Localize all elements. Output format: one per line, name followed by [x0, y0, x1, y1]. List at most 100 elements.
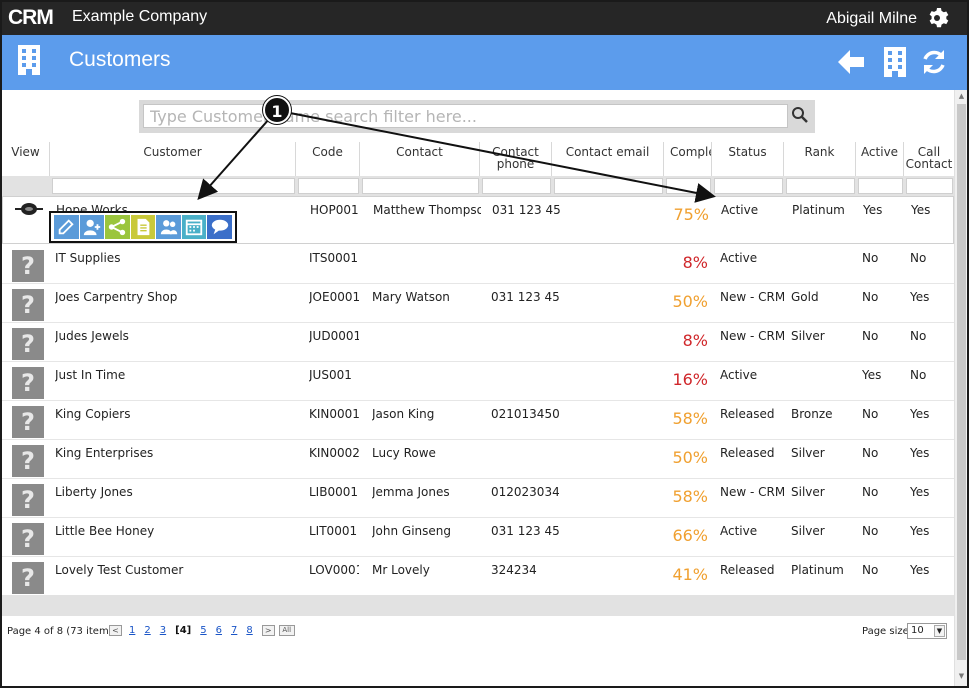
- user-name[interactable]: Abigail Milne: [826, 10, 917, 28]
- filter-code[interactable]: [298, 178, 359, 194]
- no-image-icon[interactable]: ?: [12, 484, 44, 516]
- completion-percent: 75%: [673, 205, 709, 224]
- page-size-value: 10: [911, 625, 924, 636]
- filter-status[interactable]: [714, 178, 783, 194]
- completion-percent: 16%: [672, 370, 708, 389]
- customer-name[interactable]: Joes Carpentry Shop: [55, 290, 291, 304]
- col-header-code[interactable]: Code: [296, 142, 360, 176]
- customer-name[interactable]: Just In Time: [55, 368, 291, 382]
- filter-complete[interactable]: [666, 178, 711, 194]
- scroll-up-icon[interactable]: ▲: [957, 92, 966, 101]
- page-title: Customers: [69, 48, 171, 71]
- status-text: New - CRM: [720, 329, 784, 343]
- filter-contact[interactable]: [362, 178, 479, 194]
- no-image-icon[interactable]: ?: [12, 406, 44, 438]
- customer-name[interactable]: IT Supplies: [55, 251, 291, 265]
- table-row[interactable]: ? Lovely Test Customer LOV0001 Mr Lovely 324…: [2, 557, 954, 596]
- page-link[interactable]: 5: [200, 625, 206, 636]
- page-link[interactable]: 1: [129, 625, 135, 636]
- filter-contact-phone[interactable]: [482, 178, 551, 194]
- search-icon[interactable]: [791, 106, 809, 124]
- customer-code: JUS001: [309, 368, 352, 382]
- search-input[interactable]: [143, 104, 788, 128]
- filter-call-contact[interactable]: [906, 178, 953, 194]
- customer-code: JOE0001: [309, 290, 359, 304]
- customer-name[interactable]: Liberty Jones: [55, 485, 291, 499]
- chevron-down-icon[interactable]: ▼: [934, 625, 945, 637]
- rank-text: Platinum: [791, 563, 844, 577]
- active-text: Yes: [863, 203, 883, 217]
- completion-percent: 41%: [672, 565, 708, 584]
- edit-icon[interactable]: [54, 215, 79, 239]
- page-link[interactable]: 2: [144, 625, 150, 636]
- page-link[interactable]: 3: [160, 625, 166, 636]
- crm-logo[interactable]: CRM: [8, 7, 54, 28]
- customer-name[interactable]: King Copiers: [55, 407, 291, 421]
- document-icon[interactable]: [130, 215, 156, 239]
- col-header-status[interactable]: Status: [712, 142, 784, 176]
- show-all-button[interactable]: All: [278, 625, 295, 636]
- col-header-contact[interactable]: Contact: [360, 142, 480, 176]
- no-image-icon[interactable]: ?: [12, 289, 44, 321]
- no-image-icon[interactable]: ?: [12, 250, 44, 282]
- filter-rank[interactable]: [786, 178, 855, 194]
- col-header-view[interactable]: View: [2, 142, 50, 176]
- table-row[interactable]: ? Joes Carpentry Shop JOE0001 Mary Watson 03…: [2, 284, 954, 323]
- col-header-active[interactable]: Active: [856, 142, 904, 176]
- no-image-icon[interactable]: ?: [12, 328, 44, 360]
- table-row[interactable]: Hope Works HOP001 Matthew Thompson 031 123 …: [2, 196, 954, 244]
- vertical-scrollbar[interactable]: ▲ ▼: [954, 90, 967, 686]
- table-row[interactable]: ? Just In Time JUS001 Active Yes No 16%: [2, 362, 954, 401]
- filter-customer[interactable]: [52, 178, 295, 194]
- no-image-icon[interactable]: ?: [12, 562, 44, 594]
- col-header-contact-phone[interactable]: Contact phone: [480, 142, 552, 176]
- status-text: New - CRM: [720, 290, 784, 304]
- no-image-icon[interactable]: ?: [12, 367, 44, 399]
- customer-name[interactable]: King Enterprises: [55, 446, 291, 460]
- add-contact-icon[interactable]: [79, 215, 105, 239]
- filter-contact-email[interactable]: [554, 178, 663, 194]
- col-header-contact-email[interactable]: Contact email: [552, 142, 664, 176]
- completion-percent: 50%: [672, 292, 708, 311]
- col-header-customer[interactable]: Customer: [50, 142, 296, 176]
- gear-icon[interactable]: [925, 6, 949, 30]
- status-text: New - CRM: [720, 485, 784, 499]
- col-header-rank[interactable]: Rank: [784, 142, 856, 176]
- filter-active[interactable]: [858, 178, 903, 194]
- page-link[interactable]: 8: [246, 625, 252, 636]
- call-contact-text: Yes: [910, 485, 930, 499]
- table-row[interactable]: ? Liberty Jones LIB0001 Jemma Jones 01202303…: [2, 479, 954, 518]
- scroll-down-icon[interactable]: ▼: [957, 672, 966, 681]
- col-header-complete[interactable]: Complete: [664, 142, 712, 176]
- share-icon[interactable]: [105, 215, 130, 239]
- building-icon[interactable]: [880, 47, 910, 77]
- table-row[interactable]: ? Judes Jewels JUD0001 New - CRM Silver No No 8…: [2, 323, 954, 362]
- table-row[interactable]: ? IT Supplies ITS0001 Active No No 8%: [2, 245, 954, 284]
- refresh-icon[interactable]: [919, 47, 949, 77]
- calendar-icon[interactable]: [181, 215, 207, 239]
- scroll-thumb[interactable]: [957, 104, 966, 660]
- no-image-icon[interactable]: ?: [12, 445, 44, 477]
- call-contact-text: No: [910, 329, 927, 343]
- page-size-select[interactable]: 10 ▼: [907, 623, 947, 639]
- page-link[interactable]: 6: [216, 625, 222, 636]
- no-image-icon[interactable]: ?: [12, 523, 44, 555]
- company-logo-icon[interactable]: [15, 201, 43, 217]
- active-text: No: [862, 446, 879, 460]
- customer-code: ITS0001: [309, 251, 359, 265]
- next-page-button[interactable]: >: [261, 625, 275, 636]
- prev-page-button[interactable]: <: [109, 625, 122, 636]
- back-arrow-icon[interactable]: [836, 47, 866, 77]
- page-link[interactable]: 7: [231, 625, 237, 636]
- contacts-icon[interactable]: [156, 215, 181, 239]
- customer-name[interactable]: Lovely Test Customer: [55, 563, 291, 577]
- table-row[interactable]: ? King Copiers KIN0001 Jason King 0210134508…: [2, 401, 954, 440]
- customer-code: LIB0001: [309, 485, 358, 499]
- table-row[interactable]: ? Little Bee Honey LIT0001 John Ginseng 031 …: [2, 518, 954, 557]
- col-header-call-contact[interactable]: Call Contact: [904, 142, 954, 176]
- chat-icon[interactable]: [207, 215, 233, 239]
- customer-name[interactable]: Judes Jewels: [55, 329, 291, 343]
- call-contact-text: Yes: [910, 563, 930, 577]
- table-row[interactable]: ? King Enterprises KIN0002 Lucy Rowe Release…: [2, 440, 954, 479]
- customer-name[interactable]: Little Bee Honey: [55, 524, 291, 538]
